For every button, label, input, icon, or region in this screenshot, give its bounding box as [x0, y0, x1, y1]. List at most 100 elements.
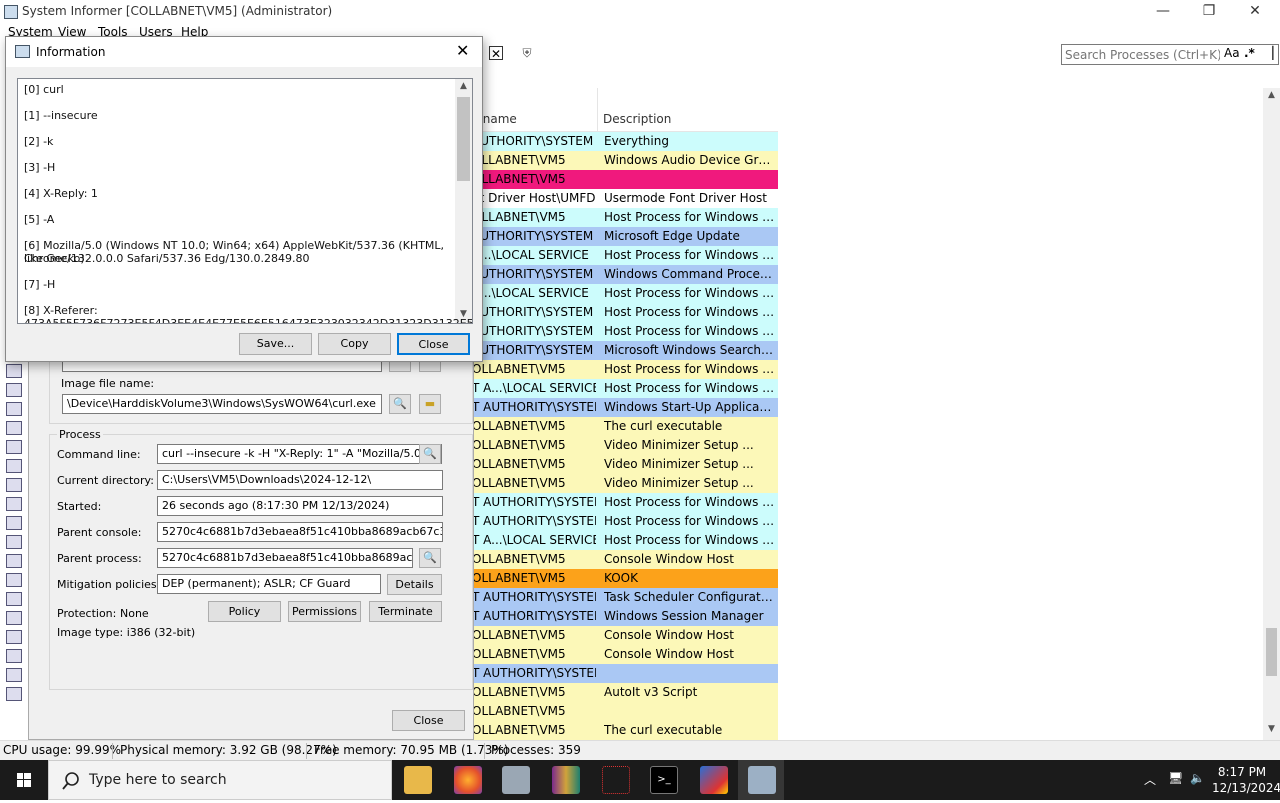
scroll-down-icon[interactable]: ▼	[1263, 724, 1280, 734]
process-icon	[6, 421, 22, 435]
start-button[interactable]	[0, 760, 48, 800]
inspect-parent-button[interactable]: 🔍	[419, 548, 441, 568]
table-row[interactable]: A...\LOCAL SERVICE Host Process for Windo…	[472, 284, 778, 303]
info-scrollbar[interactable]: ▲ ▼	[455, 79, 472, 323]
table-row[interactable]: OLLABNET\VM5 Console Window Host	[472, 645, 778, 664]
table-row[interactable]: AUTHORITY\SYSTEM Microsoft Windows Search…	[472, 341, 778, 360]
image-type-label: Image type: i386 (32-bit)	[57, 626, 196, 639]
status-bar: CPU usage: 99.99% Physical memory: 3.92 …	[0, 740, 1280, 760]
dialog-icon	[15, 45, 30, 58]
table-row[interactable]: AUTHORITY\SYSTEM Host Process for Windows…	[472, 303, 778, 322]
mitigation-policies-field[interactable]: DEP (permanent); ASLR; CF Guard	[157, 574, 381, 594]
table-row[interactable]: AUTHORITY\SYSTEM Host Process for Windows…	[472, 322, 778, 341]
parent-process-field[interactable]: 5270c4c6881b7d3ebaea8f51c410bba8689acb67…	[157, 548, 413, 568]
description-cell: Host Process for Windows Ser...	[604, 305, 776, 319]
winrar-icon[interactable]	[552, 766, 580, 794]
close-window-button[interactable]: ✕	[1232, 0, 1278, 24]
table-row[interactable]: OLLABNET\VM5 Windows Audio Device Graph..…	[472, 151, 778, 170]
file-explorer-icon[interactable]	[404, 766, 432, 794]
table-row[interactable]: T AUTHORITY\SYSTEM Task Scheduler Configu…	[472, 588, 778, 607]
scroll-thumb[interactable]	[1266, 628, 1277, 676]
process-list-scrollbar[interactable]: ▲ ▼	[1263, 88, 1280, 740]
policy-button[interactable]: Policy	[208, 601, 281, 622]
minimize-button[interactable]: —	[1140, 0, 1186, 24]
dialog-close-icon[interactable]: ✕	[456, 41, 469, 60]
table-row[interactable]: OLLABNET\VM5	[472, 702, 778, 721]
table-row[interactable]: OLLABNET\VM5 Video Minimizer Setup ...	[472, 455, 778, 474]
search-input[interactable]	[1062, 45, 1220, 64]
table-row[interactable]: AUTHORITY\SYSTEM Windows Command Processo…	[472, 265, 778, 284]
description-cell: Host Process for Windows Ser...	[604, 286, 776, 300]
open-folder-icon[interactable]: ▬	[419, 394, 441, 414]
table-row[interactable]: OLLABNET\VM5 Host Process for Windows Ser…	[472, 208, 778, 227]
search-box[interactable]: Aa .* ▕	[1061, 44, 1279, 65]
clock-date[interactable]: 12/13/2024	[1212, 781, 1280, 795]
match-case-toggle[interactable]: Aa	[1224, 46, 1240, 60]
description-cell: Task Scheduler Configuration ...	[604, 590, 776, 604]
info-scroll-thumb[interactable]	[457, 97, 470, 181]
table-row[interactable]: OLLABNET\VM5 Video Minimizer Setup ...	[472, 436, 778, 455]
table-row[interactable]: OLLABNET\VM5 The curl executable	[472, 721, 778, 740]
table-row[interactable]: T AUTHORITY\SYSTEM Host Process for Windo…	[472, 512, 778, 531]
info-scroll-up-icon[interactable]: ▲	[455, 81, 472, 91]
table-row[interactable]: T AUTHORITY\SYSTEM Windows Start-Up Appli…	[472, 398, 778, 417]
terminate-icon[interactable]: ✕	[489, 46, 503, 61]
network-icon[interactable]: 🖥	[1168, 771, 1183, 785]
table-row[interactable]: OLLABNET\VM5 Console Window Host	[472, 626, 778, 645]
process-app-icon[interactable]	[602, 766, 630, 794]
table-row[interactable]: T AUTHORITY\SYSTEM Windows Session Manage…	[472, 607, 778, 626]
firefox-icon[interactable]	[454, 766, 482, 794]
table-row[interactable]: OLLABNET\VM5 KOOK	[472, 569, 778, 588]
taskbar-search[interactable]: Type here to search	[48, 760, 392, 800]
table-row[interactable]: OLLABNET\VM5 Console Window Host	[472, 550, 778, 569]
current-directory-field[interactable]: C:\Users\VM5\Downloads\2024-12-12\	[157, 470, 443, 490]
clock-time[interactable]: 8:17 PM	[1212, 765, 1272, 779]
table-row[interactable]: AUTHORITY\SYSTEM Everything	[472, 132, 778, 151]
command-line-field[interactable]: curl --insecure -k -H "X-Reply: 1" -A "M…	[157, 444, 442, 464]
table-row[interactable]: T AUTHORITY\SYSTEM Host Process for Windo…	[472, 493, 778, 512]
table-row[interactable]: AUTHORITY\SYSTEM Microsoft Edge Update	[472, 227, 778, 246]
user-name-cell: OLLABNET\VM5	[472, 457, 566, 471]
inspect-cmdline-button[interactable]: 🔍	[419, 444, 441, 464]
table-row[interactable]: nt Driver Host\UMFD- Usermode Font Driver…	[472, 189, 778, 208]
column-separator	[597, 88, 598, 132]
shield-icon[interactable]: ⛨	[520, 46, 534, 60]
user-name-cell: OLLABNET\VM5	[472, 628, 566, 642]
process-icon	[6, 497, 22, 511]
protection-label: Protection:	[57, 607, 117, 620]
options-icon[interactable]: ▕	[1264, 46, 1273, 60]
regex-toggle[interactable]: .*	[1244, 46, 1255, 60]
parent-console-field[interactable]: 5270c4c6881b7d3ebaea8f51c410bba8689acb67…	[157, 522, 443, 542]
restore-button[interactable]: ❐	[1186, 0, 1232, 24]
scroll-up-icon[interactable]: ▲	[1263, 90, 1280, 100]
table-row[interactable]: OLLABNET\VM5 The curl executable	[472, 417, 778, 436]
autoit-icon[interactable]	[700, 766, 728, 794]
information-text-list[interactable]: ▲ ▼ [0] curl [1] --insecure [2] -k [3] -H [4…	[17, 78, 473, 324]
table-row[interactable]: OLLABNET\VM5 AutoIt v3 Script	[472, 683, 778, 702]
process-icon	[6, 573, 22, 587]
terminate-button[interactable]: Terminate	[369, 601, 442, 622]
table-row[interactable]: A...\LOCAL SERVICE Host Process for Windo…	[472, 246, 778, 265]
copy-button[interactable]: Copy	[318, 333, 391, 355]
table-row[interactable]: OLLABNET\VM5 Video Minimizer Setup ...	[472, 474, 778, 493]
properties-close-button[interactable]: Close	[392, 710, 465, 731]
column-description[interactable]: Description	[603, 112, 671, 126]
table-row[interactable]: OLLABNET\VM5 Host Process for Windows Tas…	[472, 360, 778, 379]
terminal-icon[interactable]: >_	[650, 766, 678, 794]
permissions-button[interactable]: Permissions	[288, 601, 361, 622]
table-row[interactable]: T A...\LOCAL SERVICE Host Process for Win…	[472, 531, 778, 550]
table-row[interactable]: T AUTHORITY\SYSTEM	[472, 664, 778, 683]
user-name-cell: T A...\LOCAL SERVICE	[472, 381, 596, 395]
tray-chevron-icon[interactable]: ︿	[1144, 771, 1156, 788]
details-button[interactable]: Details	[387, 574, 442, 595]
table-row[interactable]: T A...\LOCAL SERVICE Host Process for Win…	[472, 379, 778, 398]
app-window-icon[interactable]	[502, 766, 530, 794]
inspect-file-button[interactable]: 🔍	[389, 394, 411, 414]
volume-icon[interactable]: 🔈	[1190, 771, 1205, 785]
process-count: Processes: 359	[491, 743, 581, 757]
save-button[interactable]: Save...	[239, 333, 312, 355]
started-field[interactable]: 26 seconds ago (8:17:30 PM 12/13/2024)	[157, 496, 443, 516]
table-row[interactable]: OLLABNET\VM5	[472, 170, 778, 189]
close-button[interactable]: Close	[397, 333, 470, 355]
image-file-field[interactable]: \Device\HarddiskVolume3\Windows\SysWOW64…	[62, 394, 382, 414]
